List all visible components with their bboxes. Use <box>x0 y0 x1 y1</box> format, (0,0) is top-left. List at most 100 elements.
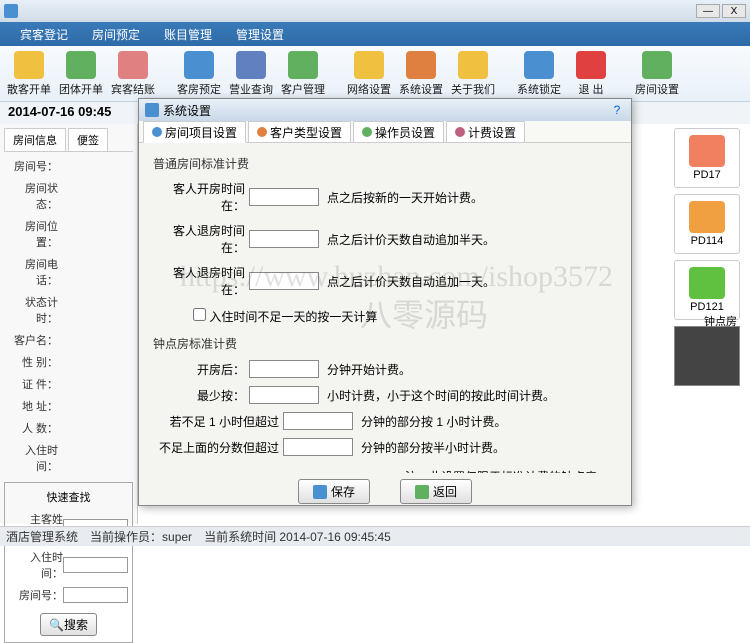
row-label: 最少按： <box>153 387 249 404</box>
toolbar-label: 客房预定 <box>177 81 221 97</box>
room-PD121[interactable]: PD121 <box>674 260 740 320</box>
value-input[interactable] <box>283 412 353 430</box>
value-input[interactable] <box>249 360 319 378</box>
left-tab-房间信息[interactable]: 房间信息 <box>4 128 66 151</box>
minimize-button[interactable]: — <box>696 4 720 18</box>
left-panel: 房间信息便签 房间号：房间状态：房间位置：房间电话：状态计时：客户名：性 别：证… <box>0 124 138 524</box>
row-label: 不足上面的分数但超过 <box>153 439 283 456</box>
room-icon <box>689 267 725 299</box>
dialog-tab-客户类型设置[interactable]: 客户类型设置 <box>248 121 351 142</box>
toolbar-系统锁定[interactable]: 系统锁定 <box>514 49 564 99</box>
value-input[interactable] <box>249 386 319 404</box>
toolbar-网络设置[interactable]: 网络设置 <box>344 49 394 99</box>
menu-管理设置[interactable]: 管理设置 <box>224 26 296 43</box>
room-list-panel: PD17 PD114 PD121钟点房 <box>670 124 750 524</box>
save-button[interactable]: 保存 <box>298 479 370 504</box>
time-input[interactable] <box>249 230 319 248</box>
thumb-label: 钟点房 <box>704 313 737 329</box>
system-settings-dialog: 系统设置 ? 房间项目设置客户类型设置操作员设置计费设置 普通房间标准计费 客人… <box>138 98 632 506</box>
full-day-checkbox[interactable] <box>193 308 206 321</box>
toolbar-退 出[interactable]: 退 出 <box>566 49 616 99</box>
back-icon <box>415 485 429 499</box>
row-label: 开房后： <box>153 361 249 378</box>
tab-icon <box>257 127 267 137</box>
dialog-icon <box>145 103 159 117</box>
search-checkin-input[interactable] <box>63 557 128 573</box>
toolbar-label: 营业查询 <box>229 81 273 97</box>
tab-icon <box>455 127 465 137</box>
value-input[interactable] <box>283 438 353 456</box>
field-label: 证 件： <box>4 376 58 392</box>
toolbar-营业查询[interactable]: 营业查询 <box>226 49 276 99</box>
room-PD114[interactable]: PD114 <box>674 194 740 254</box>
field-label: 房间状态： <box>4 180 58 212</box>
main-toolbar: 散客开单团体开单宾客结账 客房预定营业查询客户管理网络设置系统设置关于我们 系统锁定… <box>0 46 750 102</box>
search-room-input[interactable] <box>63 587 128 603</box>
dialog-tab-房间项目设置[interactable]: 房间项目设置 <box>143 121 246 143</box>
客房预定-icon <box>184 51 214 79</box>
field-label: 房间号： <box>4 158 58 174</box>
search-title: 快速查找 <box>9 489 128 505</box>
help-button[interactable]: ? <box>609 103 625 117</box>
field-label: 房间电话： <box>4 256 58 288</box>
宾客结账-icon <box>118 51 148 79</box>
toolbar-系统设置[interactable]: 系统设置 <box>396 49 446 99</box>
toolbar-label: 团体开单 <box>59 81 103 97</box>
time-input[interactable] <box>249 272 319 290</box>
field-label: 客户名： <box>4 332 58 348</box>
field-label: 地 址： <box>4 398 58 414</box>
toolbar-label: 宾客结账 <box>111 81 155 97</box>
room-PD17[interactable]: PD17 <box>674 128 740 188</box>
room-label: 房间号： <box>9 587 63 603</box>
close-button[interactable]: X <box>722 4 746 18</box>
row-desc: 点之后计价天数自动追加半天。 <box>327 231 495 248</box>
toolbar-关于我们[interactable]: 关于我们 <box>448 49 498 99</box>
团体开单-icon <box>66 51 96 79</box>
toolbar-客户管理[interactable]: 客户管理 <box>278 49 328 99</box>
toolbar-散客开单[interactable]: 散客开单 <box>4 49 54 99</box>
hourly-room-thumb[interactable]: 钟点房 <box>674 326 740 386</box>
menu-bar: 宾客登记房间预定账目管理管理设置 <box>0 22 750 46</box>
room-label: PD114 <box>691 235 724 247</box>
dialog-tab-计费设置[interactable]: 计费设置 <box>446 121 525 142</box>
dialog-title: 系统设置 <box>163 102 609 119</box>
quick-search-box: 快速查找 主客姓名： 入住时间： 房间号： 🔍搜索 <box>4 482 133 643</box>
search-button[interactable]: 🔍搜索 <box>40 613 97 636</box>
menu-账目管理[interactable]: 账目管理 <box>152 26 224 43</box>
tab-icon <box>152 127 162 137</box>
checkbox-row[interactable]: 入住时间不足一天的按一天计算 <box>193 310 377 324</box>
field-label: 人 数： <box>4 420 58 436</box>
退 出-icon <box>576 51 606 79</box>
time-input[interactable] <box>249 188 319 206</box>
系统设置-icon <box>406 51 436 79</box>
field-label: 房间位置： <box>4 218 58 250</box>
toolbar-label: 散客开单 <box>7 81 51 97</box>
field-label: 入住时间： <box>4 442 58 474</box>
toolbar-label: 系统锁定 <box>517 81 561 97</box>
room-label: PD17 <box>693 169 721 181</box>
toolbar-label: 退 出 <box>578 81 603 97</box>
row-desc: 点之后按新的一天开始计费。 <box>327 189 483 206</box>
window-titlebar: — X <box>0 0 750 22</box>
关于我们-icon <box>458 51 488 79</box>
营业查询-icon <box>236 51 266 79</box>
row-desc: 分钟开始计费。 <box>327 361 411 378</box>
toolbar-客房预定[interactable]: 客房预定 <box>174 49 224 99</box>
system-time: 当前系统时间 2014-07-16 09:45:45 <box>204 528 391 545</box>
left-tab-便签[interactable]: 便签 <box>68 128 108 151</box>
back-button[interactable]: 返回 <box>400 479 472 504</box>
toolbar-房间设置[interactable]: 房间设置 <box>632 49 682 99</box>
toolbar-label: 关于我们 <box>451 81 495 97</box>
客户管理-icon <box>288 51 318 79</box>
系统锁定-icon <box>524 51 554 79</box>
menu-宾客登记[interactable]: 宾客登记 <box>8 26 80 43</box>
menu-房间预定[interactable]: 房间预定 <box>80 26 152 43</box>
toolbar-宾客结账[interactable]: 宾客结账 <box>108 49 158 99</box>
row-label: 若不足 1 小时但超过 <box>153 413 283 430</box>
toolbar-label: 系统设置 <box>399 81 443 97</box>
row-label: 客人开房时间在： <box>153 180 249 214</box>
dialog-titlebar: 系统设置 ? <box>139 99 631 121</box>
toolbar-团体开单[interactable]: 团体开单 <box>56 49 106 99</box>
dialog-tab-操作员设置[interactable]: 操作员设置 <box>353 121 444 142</box>
房间设置-icon <box>642 51 672 79</box>
